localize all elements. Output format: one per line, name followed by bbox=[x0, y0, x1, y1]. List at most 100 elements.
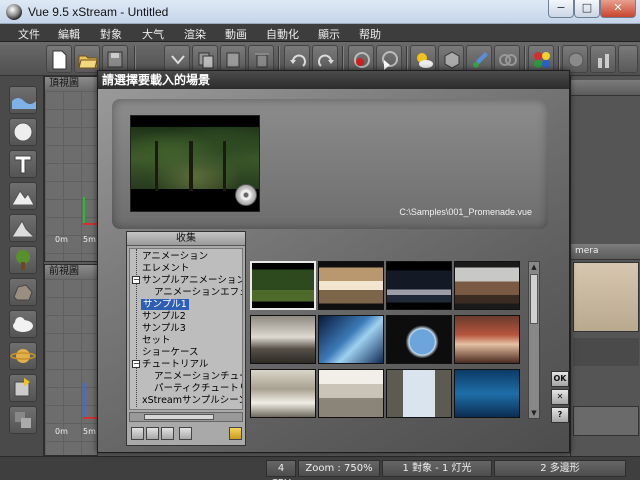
cancel-button[interactable]: ✕ bbox=[551, 389, 569, 405]
front-viewport[interactable]: 前視圖 0m 5m bbox=[44, 264, 98, 456]
disc-icon bbox=[235, 184, 257, 206]
thumbnail-planet[interactable] bbox=[386, 315, 452, 364]
arrow-right-icon[interactable] bbox=[229, 427, 242, 440]
options-button[interactable] bbox=[562, 45, 588, 73]
layout-button[interactable] bbox=[590, 45, 616, 73]
maximize-button[interactable]: □ bbox=[574, 0, 600, 18]
menu-object[interactable]: 對象 bbox=[100, 26, 122, 42]
collapse-icon[interactable]: − bbox=[132, 360, 140, 368]
tree-item-particle-tutorial[interactable]: パーティクチュートリ bbox=[154, 383, 242, 394]
tree-item-sample-2[interactable]: サンプル2 bbox=[142, 311, 186, 322]
scroll-down-icon[interactable]: ▼ bbox=[529, 408, 539, 418]
save-scene-button[interactable] bbox=[102, 45, 128, 73]
load-scene-dialog: 請選擇要載入的場景 C:\Samples\001_Promenade.vue 收… bbox=[97, 70, 570, 453]
tree-item-animation[interactable]: アニメーション bbox=[142, 251, 208, 262]
close-button[interactable]: ✕ bbox=[600, 0, 636, 18]
scene-file-path: C:\Samples\001_Promenade.vue bbox=[399, 207, 532, 217]
menu-automation[interactable]: 自動化 bbox=[266, 26, 299, 42]
undo-button[interactable] bbox=[284, 45, 310, 73]
top-viewport[interactable]: 頂視圖 0m 5m bbox=[44, 76, 98, 262]
scrollbar-thumb[interactable] bbox=[530, 274, 538, 324]
thumbnail-underwater[interactable] bbox=[454, 369, 520, 418]
tree-item-tutorials[interactable]: チュートリアル bbox=[142, 359, 208, 370]
menu-atmosphere[interactable]: 大气 bbox=[142, 26, 164, 42]
thumbnail-room[interactable] bbox=[250, 369, 316, 418]
refresh-icon[interactable] bbox=[179, 427, 192, 440]
thumbnail-clouds[interactable] bbox=[318, 261, 384, 310]
layer-list[interactable] bbox=[573, 406, 639, 436]
camera-preview[interactable] bbox=[573, 262, 639, 332]
open-scene-button[interactable] bbox=[74, 45, 100, 73]
delete-collection-icon[interactable] bbox=[161, 427, 174, 440]
menu-render[interactable]: 渲染 bbox=[184, 26, 206, 42]
scene-thumbnail-grid bbox=[250, 261, 522, 421]
thumbnail-lake[interactable] bbox=[386, 261, 452, 310]
object-button[interactable] bbox=[438, 45, 464, 73]
paste-button[interactable] bbox=[220, 45, 246, 73]
new-scene-button[interactable] bbox=[46, 45, 72, 73]
menu-display[interactable]: 顯示 bbox=[318, 26, 340, 42]
collection-tree[interactable]: アニメーション エレメント − サンプルアニメーション アニメーションエフェ サ… bbox=[129, 248, 243, 410]
sphere-tool[interactable] bbox=[9, 118, 37, 146]
tree-item-sample-1[interactable]: サンプル1 bbox=[141, 299, 189, 310]
add-collection-icon[interactable] bbox=[131, 427, 144, 440]
collection-toolbar bbox=[129, 427, 243, 443]
toolbar-separator bbox=[406, 46, 408, 72]
terrain-tool[interactable] bbox=[9, 86, 37, 114]
mountain-tool[interactable] bbox=[9, 182, 37, 210]
delete-button[interactable] bbox=[248, 45, 274, 73]
collection-panel: 收集 アニメーション エレメント − サンプルアニメーション アニメーションエフ… bbox=[126, 231, 246, 446]
tree-item-sets[interactable]: セット bbox=[142, 335, 171, 346]
help-button[interactable]: ? bbox=[551, 407, 569, 423]
atmosphere-button[interactable] bbox=[410, 45, 436, 73]
render-area-button[interactable] bbox=[376, 45, 402, 73]
select-tool-button[interactable] bbox=[164, 45, 190, 73]
procedural-terrain-tool[interactable] bbox=[9, 214, 37, 242]
menu-animation[interactable]: 動画 bbox=[225, 26, 247, 42]
sphere-icon bbox=[13, 122, 33, 142]
tree-item-sample-animation[interactable]: サンプルアニメーション bbox=[142, 275, 242, 286]
link-button[interactable] bbox=[494, 45, 520, 73]
tree-item-animation-effects[interactable]: アニメーションエフェ bbox=[154, 287, 242, 298]
thumbnail-mountains[interactable] bbox=[250, 315, 316, 364]
scrollbar-thumb[interactable] bbox=[144, 414, 214, 420]
menu-help[interactable]: 帮助 bbox=[359, 26, 381, 42]
minimize-button[interactable]: − bbox=[548, 0, 574, 18]
thumbnail-interior[interactable] bbox=[454, 315, 520, 364]
bars-icon bbox=[598, 54, 609, 68]
thumbnail-scrollbar[interactable]: ▲ ▼ bbox=[528, 261, 540, 419]
tree-trunk bbox=[189, 141, 193, 191]
import-tool[interactable] bbox=[9, 374, 37, 402]
collapse-icon[interactable]: − bbox=[132, 276, 140, 284]
rock-tool[interactable] bbox=[9, 278, 37, 306]
scale-label-end: 5m bbox=[83, 427, 96, 436]
boolean-tool[interactable] bbox=[9, 406, 37, 434]
thumbnail-hall[interactable] bbox=[318, 369, 384, 418]
menu-file[interactable]: 文件 bbox=[18, 26, 40, 42]
color-palette-button[interactable] bbox=[528, 45, 554, 73]
ok-button[interactable]: OK bbox=[551, 371, 569, 387]
tree-item-animation-tutorial[interactable]: アニメーションチュー bbox=[154, 371, 242, 382]
thumbnail-promenade[interactable] bbox=[250, 261, 316, 310]
plant-tool[interactable] bbox=[9, 246, 37, 274]
menu-edit[interactable]: 編輯 bbox=[58, 26, 80, 42]
thumbnail-ocean[interactable] bbox=[318, 315, 384, 364]
text-tool[interactable] bbox=[9, 150, 37, 178]
tree-item-sample-3[interactable]: サンプル3 bbox=[142, 323, 186, 334]
material-button[interactable] bbox=[466, 45, 492, 73]
thumbnail-arches[interactable] bbox=[386, 369, 452, 418]
tree-item-showcase[interactable]: ショーケース bbox=[142, 347, 199, 358]
scroll-up-icon[interactable]: ▲ bbox=[529, 262, 539, 272]
tree-item-xstream-samples[interactable]: xStreamサンプルシーン bbox=[142, 395, 242, 406]
tree-horizontal-scrollbar[interactable] bbox=[129, 412, 243, 422]
redo-button[interactable] bbox=[312, 45, 338, 73]
boolean-icon bbox=[15, 412, 31, 428]
tree-item-elements[interactable]: エレメント bbox=[142, 263, 190, 274]
render-button[interactable] bbox=[348, 45, 374, 73]
planet-tool[interactable] bbox=[9, 342, 37, 370]
cloud-tool[interactable] bbox=[9, 310, 37, 338]
thumbnail-canyon[interactable] bbox=[454, 261, 520, 310]
copy-button[interactable] bbox=[192, 45, 218, 73]
lock-icon[interactable] bbox=[146, 427, 159, 440]
extra-button[interactable] bbox=[618, 45, 638, 73]
